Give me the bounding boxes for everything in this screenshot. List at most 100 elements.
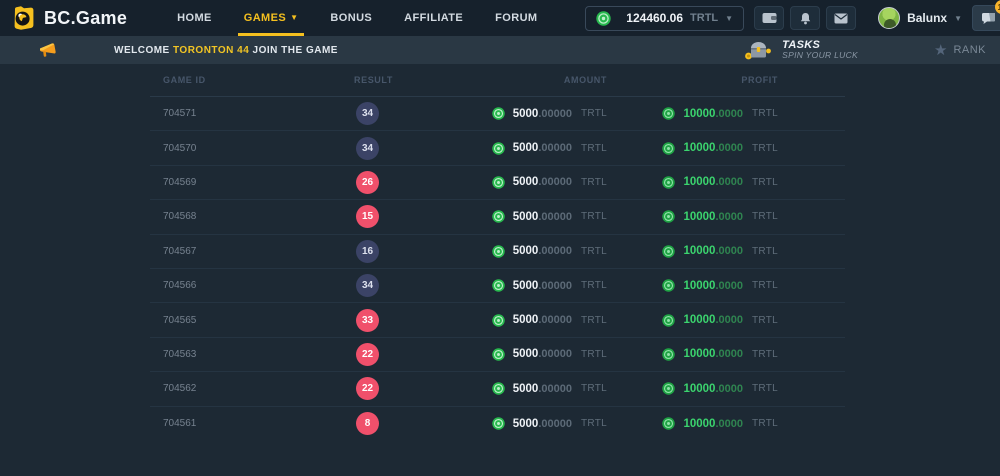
- trtl-coin-icon: [492, 417, 505, 430]
- balance-currency: TRTL: [690, 12, 718, 24]
- amount-integer: 5000: [513, 142, 539, 154]
- col-header-amount: AMOUNT: [440, 75, 612, 85]
- amount-currency: TRTL: [581, 177, 607, 188]
- profit-currency: TRTL: [752, 177, 778, 188]
- result-badge: 22: [356, 377, 379, 400]
- notifications-button[interactable]: [790, 6, 820, 30]
- trtl-coin-icon: [662, 210, 675, 223]
- amount-cell: 5000 .00000 TRTL: [440, 279, 612, 292]
- table-row[interactable]: 704570 34 5000 .00000 TRTL: [150, 131, 845, 165]
- table-row[interactable]: 704561 8 5000 .00000 TRTL: [150, 407, 845, 441]
- result-badge: 22: [356, 343, 379, 366]
- nav-item-games[interactable]: GAMES ▼: [228, 0, 315, 36]
- chat-unread-badge: 10: [995, 0, 1000, 14]
- amount-decimals: .00000: [538, 245, 572, 257]
- game-id: 704563: [150, 349, 345, 360]
- amount-cell: 5000 .00000 TRTL: [440, 210, 612, 223]
- nav-item-home[interactable]: HOME: [161, 0, 228, 36]
- chevron-down-icon: ▼: [290, 14, 298, 22]
- profit-integer: 10000: [683, 348, 715, 360]
- profit-cell: 10000 .0000 TRTL: [612, 210, 783, 223]
- amount-currency: TRTL: [581, 418, 607, 429]
- table-row[interactable]: 704567 16 5000 .00000 TRTL: [150, 235, 845, 269]
- amount-decimals: .00000: [538, 142, 572, 154]
- trtl-coin-icon: [662, 348, 675, 361]
- profit-currency: TRTL: [752, 383, 778, 394]
- profit-integer: 10000: [683, 314, 715, 326]
- profit-decimals: .0000: [715, 108, 743, 120]
- amount-cell: 5000 .00000 TRTL: [440, 107, 612, 120]
- amount-cell: 5000 .00000 TRTL: [440, 142, 612, 155]
- table-body: 704571 34 5000 .00000 TRTL: [150, 97, 845, 441]
- treasure-chest-icon: [743, 38, 773, 62]
- chevron-down-icon: ▼: [725, 14, 733, 23]
- trtl-coin-icon: [492, 142, 505, 155]
- amount-currency: TRTL: [581, 108, 607, 119]
- username: Balunx: [907, 11, 947, 25]
- game-id: 704569: [150, 177, 345, 188]
- trtl-coin-icon: [492, 210, 505, 223]
- trtl-coin-icon: [662, 417, 675, 430]
- amount-decimals: .00000: [538, 314, 572, 326]
- amount-cell: 5000 .00000 TRTL: [440, 417, 612, 430]
- trtl-coin-icon: [492, 176, 505, 189]
- game-id: 704566: [150, 280, 345, 291]
- nav-item-forum[interactable]: FORUM: [479, 0, 553, 36]
- brand-name: BC.Game: [44, 8, 127, 29]
- table-row[interactable]: 704562 22 5000 .00000 TRTL: [150, 372, 845, 406]
- profit-integer: 10000: [683, 142, 715, 154]
- amount-decimals: .00000: [538, 280, 572, 292]
- brand-logo[interactable]: BC.Game: [10, 5, 127, 31]
- amount-integer: 5000: [513, 314, 539, 326]
- table-header-row: GAME ID RESULT AMOUNT PROFIT: [150, 64, 845, 97]
- result-badge: 34: [356, 102, 379, 125]
- amount-decimals: .00000: [538, 418, 572, 430]
- wallet-button[interactable]: [754, 6, 784, 30]
- amount-cell: 5000 .00000 TRTL: [440, 314, 612, 327]
- tasks-link[interactable]: TASKS SPIN YOUR LUCK: [743, 38, 858, 62]
- table-row[interactable]: 704568 15 5000 .00000 TRTL: [150, 200, 845, 234]
- col-header-profit: PROFIT: [612, 75, 783, 85]
- chat-button[interactable]: 10: [972, 5, 1000, 31]
- game-id: 704565: [150, 315, 345, 326]
- trtl-coin-icon: [492, 279, 505, 292]
- table-row[interactable]: 704571 34 5000 .00000 TRTL: [150, 97, 845, 131]
- table-row[interactable]: 704566 34 5000 .00000 TRTL: [150, 269, 845, 303]
- rank-link[interactable]: ★ RANK: [934, 43, 986, 58]
- user-menu[interactable]: Balunx ▼: [878, 7, 962, 29]
- table-row[interactable]: 704565 33 5000 .00000 TRTL: [150, 303, 845, 337]
- profit-currency: TRTL: [752, 418, 778, 429]
- amount-integer: 5000: [513, 108, 539, 120]
- result-badge: 33: [356, 309, 379, 332]
- result-badge: 34: [356, 274, 379, 297]
- game-id: 704570: [150, 143, 345, 154]
- trtl-coin-icon: [492, 348, 505, 361]
- amount-integer: 5000: [513, 348, 539, 360]
- welcome-username: TORONTON 44: [173, 45, 249, 56]
- profit-decimals: .0000: [715, 211, 743, 223]
- amount-integer: 5000: [513, 418, 539, 430]
- table-row[interactable]: 704563 22 5000 .00000 TRTL: [150, 338, 845, 372]
- amount-cell: 5000 .00000 TRTL: [440, 382, 612, 395]
- nav-item-affiliate[interactable]: AFFILIATE: [388, 0, 479, 36]
- col-header-game-id: GAME ID: [150, 75, 345, 85]
- bell-icon: [799, 12, 812, 25]
- amount-integer: 5000: [513, 245, 539, 257]
- balance-selector[interactable]: 124460.06 TRTL ▼: [585, 6, 744, 31]
- nav-item-bonus[interactable]: BONUS: [314, 0, 388, 36]
- megaphone-icon: [38, 42, 62, 59]
- star-icon: ★: [934, 43, 947, 58]
- amount-cell: 5000 .00000 TRTL: [440, 176, 612, 189]
- profit-currency: TRTL: [752, 143, 778, 154]
- profit-cell: 10000 .0000 TRTL: [612, 142, 783, 155]
- result-badge: 8: [356, 412, 379, 435]
- profit-cell: 10000 .0000 TRTL: [612, 107, 783, 120]
- amount-decimals: .00000: [538, 348, 572, 360]
- table-row[interactable]: 704569 26 5000 .00000 TRTL: [150, 166, 845, 200]
- tasks-subtitle: SPIN YOUR LUCK: [782, 51, 858, 61]
- profit-decimals: .0000: [715, 383, 743, 395]
- messages-button[interactable]: [826, 6, 856, 30]
- amount-currency: TRTL: [581, 211, 607, 222]
- profit-currency: TRTL: [752, 246, 778, 257]
- chat-icon: [981, 12, 996, 25]
